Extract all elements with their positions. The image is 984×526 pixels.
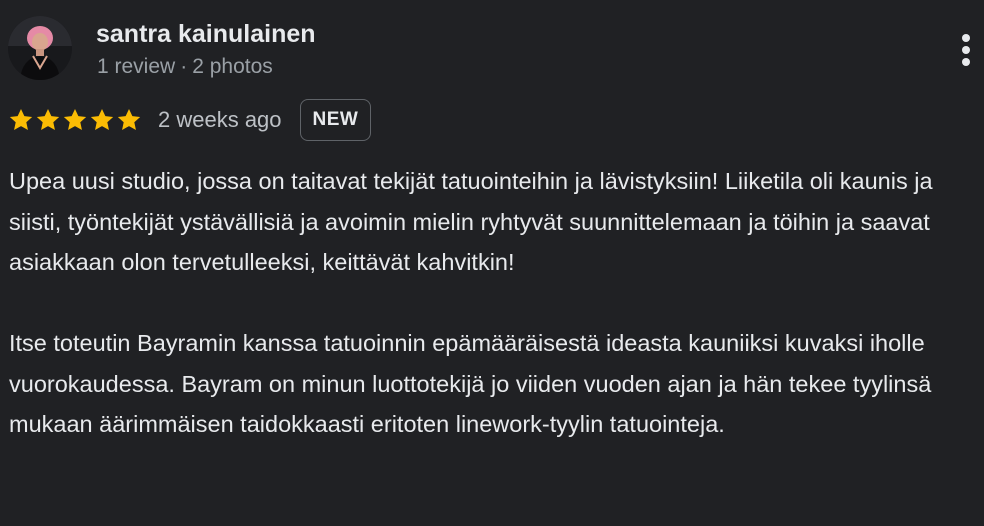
review-card: santra kainulainen 1 review · 2 photos 2 w…	[0, 0, 984, 526]
reviewer-stats: 1 review · 2 photos	[97, 55, 273, 79]
star-filled-icon	[117, 108, 141, 130]
reviewer-avatar[interactable]	[8, 16, 72, 80]
meta-separator: ·	[180, 55, 188, 78]
review-count: 1 review	[97, 55, 176, 78]
review-text: Upea uusi studio, jossa on taitavat teki…	[9, 161, 981, 445]
rating-row: 2 weeks ago NEW	[8, 98, 372, 142]
review-paragraph: Upea uusi studio, jossa on taitavat teki…	[9, 168, 933, 275]
star-filled-icon	[90, 108, 114, 130]
review-paragraph: Itse toteutin Bayramin kanssa tatuoinnin…	[9, 330, 932, 437]
more-options-button[interactable]	[950, 30, 982, 70]
review-date: 2 weeks ago	[158, 107, 282, 132]
star-filled-icon	[36, 108, 60, 130]
new-badge: NEW	[299, 99, 372, 141]
star-filled-icon	[9, 108, 33, 130]
avatar-photo	[8, 16, 72, 80]
reviewer-name[interactable]: santra kainulainen	[96, 20, 316, 49]
star-filled-icon	[63, 108, 87, 130]
more-vert-icon	[962, 34, 970, 66]
star-rating	[8, 107, 142, 133]
photo-count: 2 photos	[192, 55, 273, 78]
